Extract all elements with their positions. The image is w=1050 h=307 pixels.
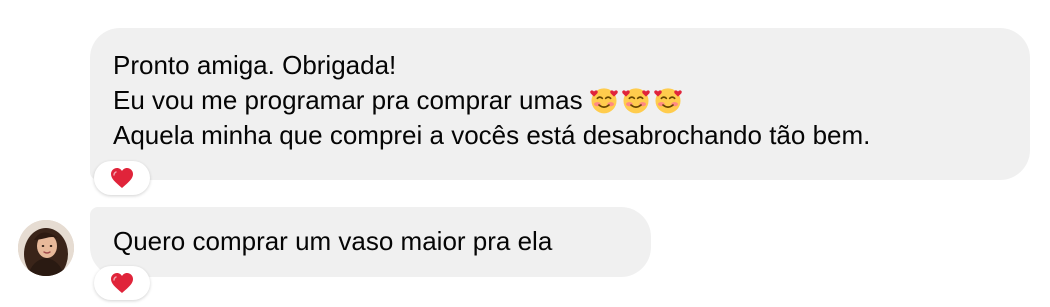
avatar[interactable] [18,220,74,276]
red-heart-icon [111,168,133,188]
smiling-face-with-hearts-icon [589,88,618,114]
avatar-photo [18,220,74,276]
message-text-line: Quero comprar um vaso maior pra ela [113,226,553,256]
emoji-group [589,85,685,117]
message-bubble[interactable]: Quero comprar um vaso maior pra ela [90,207,651,277]
message-bubble[interactable]: Pronto amiga. Obrigada! Eu vou me progra… [90,28,1030,180]
smiling-face-with-hearts-icon [653,88,682,114]
message-text-line: Pronto amiga. Obrigada! [113,50,397,80]
red-heart-icon [111,273,133,293]
message-text: Eu vou me programar pra comprar umas [113,85,583,115]
message-text-line: Aquela minha que comprei a vocês está de… [113,120,871,150]
message-reaction[interactable] [94,266,150,300]
message-reaction[interactable] [94,161,150,195]
message-text-line: Eu vou me programar pra comprar umas [113,83,1006,118]
smiling-face-with-hearts-icon [621,88,650,114]
